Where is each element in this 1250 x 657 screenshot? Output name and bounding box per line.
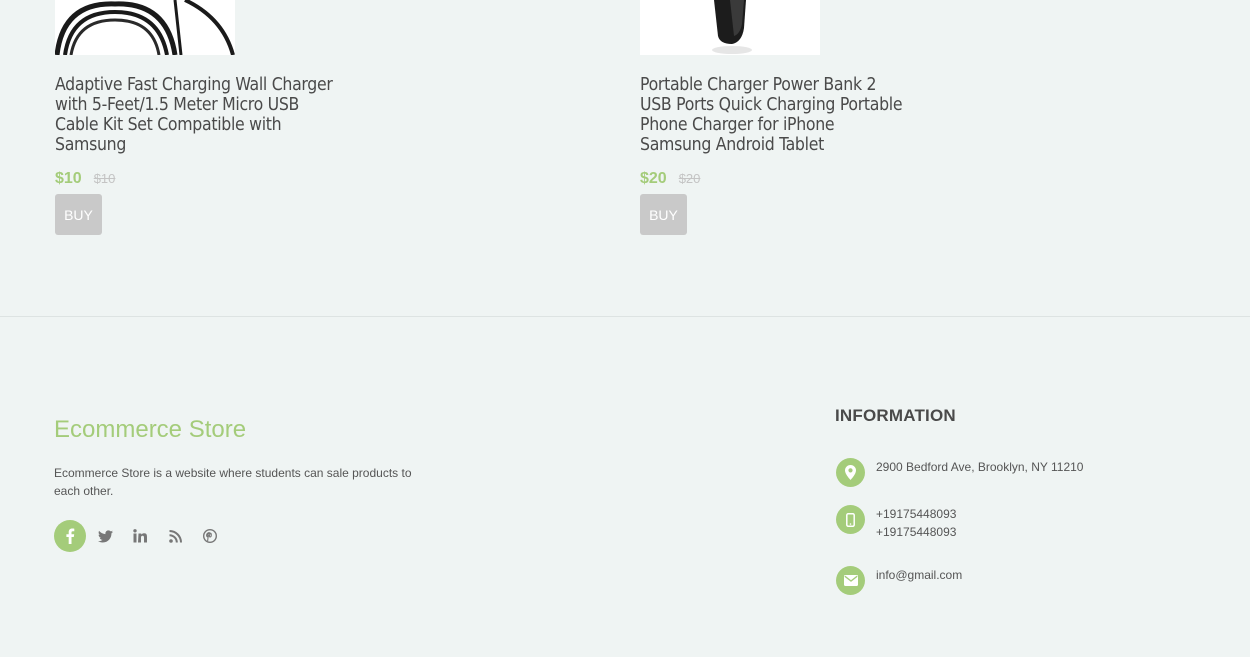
email-row: info@gmail.com — [836, 566, 962, 595]
product-old-price: $10 — [93, 171, 116, 186]
footer-about: Ecommerce Store is a website where stude… — [54, 466, 412, 498]
phone-text: +19175448093 +19175448093 — [876, 505, 956, 541]
address: 2900 Bedford Ave, Brooklyn, NY 11210 — [876, 460, 1084, 474]
pinterest-icon[interactable] — [194, 520, 226, 552]
price-row: $10 $10 — [55, 170, 355, 188]
address-row: 2900 Bedford Ave, Brooklyn, NY 11210 — [836, 458, 1083, 487]
product-image[interactable] — [55, 0, 235, 55]
product-title[interactable]: Adaptive Fast Charging Wall Charger with… — [55, 75, 345, 155]
product-title[interactable]: Portable Charger Power Bank 2 USB Ports … — [640, 75, 910, 155]
information-heading: INFORMATION — [835, 406, 956, 425]
facebook-icon[interactable] — [54, 520, 86, 552]
footer-brand[interactable]: Ecommerce Store — [54, 416, 246, 444]
email-text: info@gmail.com — [876, 566, 962, 584]
email-address[interactable]: info@gmail.com — [876, 566, 962, 584]
product-card: Portable Charger Power Bank 2 USB Ports … — [640, 0, 940, 235]
product-old-price: $20 — [678, 171, 701, 186]
buy-button[interactable]: BUY — [640, 194, 687, 235]
mobile-phone-icon — [836, 505, 865, 534]
location-pin-icon — [836, 458, 865, 487]
product-price: $10 — [55, 170, 82, 187]
twitter-icon[interactable] — [89, 520, 121, 552]
product-card: Adaptive Fast Charging Wall Charger with… — [55, 0, 355, 235]
buy-button[interactable]: BUY — [55, 194, 102, 235]
price-row: $20 $20 — [640, 170, 940, 188]
phone-number[interactable]: +19175448093 — [876, 523, 956, 541]
social-links — [54, 520, 229, 552]
cable-image — [55, 0, 235, 55]
linkedin-icon[interactable] — [124, 520, 156, 552]
product-image[interactable] — [640, 0, 820, 55]
product-price: $20 — [640, 170, 667, 187]
address-text: 2900 Bedford Ave, Brooklyn, NY 11210 — [876, 458, 1083, 476]
power-bank-image — [712, 0, 752, 54]
phone-row: +19175448093 +19175448093 — [836, 505, 956, 541]
footer-divider — [0, 316, 1250, 317]
envelope-icon — [836, 566, 865, 595]
rss-icon[interactable] — [159, 520, 191, 552]
phone-number[interactable]: +19175448093 — [876, 505, 956, 523]
